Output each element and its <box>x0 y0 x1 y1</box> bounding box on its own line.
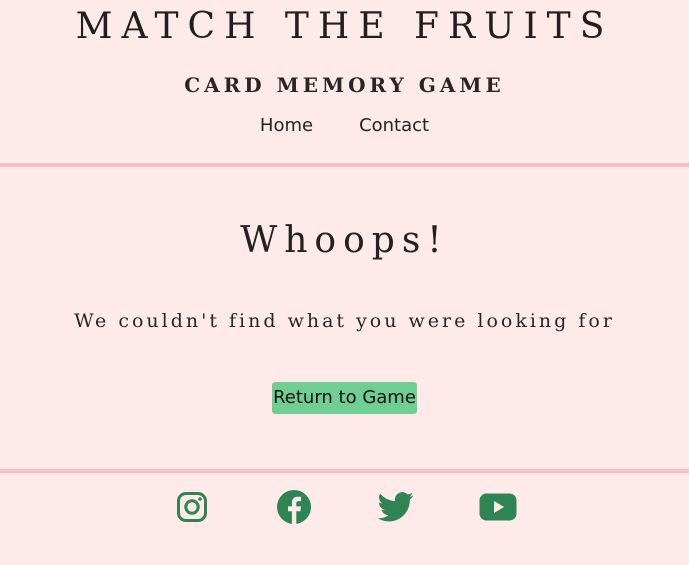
instagram-icon <box>176 491 208 523</box>
youtube-icon <box>479 493 517 521</box>
main-nav: Home Contact <box>0 114 689 138</box>
site-title: MATCH THE FRUITS <box>75 6 614 47</box>
site-header: MATCH THE FRUITS CARD MEMORY GAME Home C… <box>0 0 689 167</box>
instagram-link[interactable] <box>171 486 213 528</box>
nav-link-home[interactable]: Home <box>260 114 313 138</box>
error-message: We couldn't find what you were looking f… <box>74 310 615 332</box>
facebook-link[interactable] <box>273 486 315 528</box>
youtube-link[interactable] <box>477 486 519 528</box>
nav-link-contact[interactable]: Contact <box>359 114 429 138</box>
facebook-icon <box>276 489 312 525</box>
twitter-link[interactable] <box>375 486 417 528</box>
twitter-icon <box>377 492 414 522</box>
site-footer <box>0 473 689 541</box>
site-subtitle: CARD MEMORY GAME <box>184 73 505 97</box>
error-section: Whoops! We couldn't find what you were l… <box>0 167 689 473</box>
return-to-game-button[interactable]: Return to Game <box>272 382 417 414</box>
error-heading: Whoops! <box>240 220 449 261</box>
